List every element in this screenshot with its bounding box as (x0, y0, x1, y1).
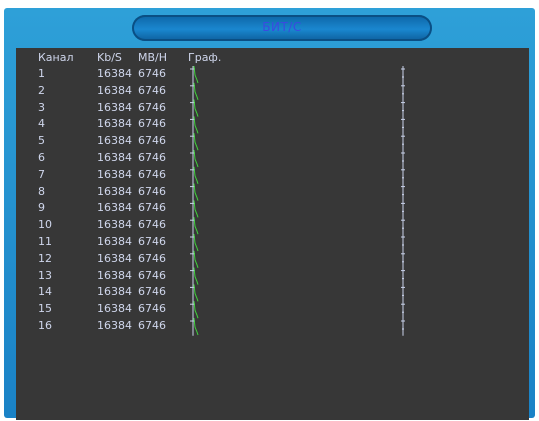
cell-channel: 16 (38, 319, 52, 332)
cell-kbs: 16384 (97, 201, 132, 215)
bitrate-screen: БИТ/С Канал Kb/S MB/H Граф. 1 16384 6746 2 1… (0, 0, 539, 421)
cell-kbs: 16384 (97, 134, 132, 148)
cell-channel: 4 (38, 117, 45, 131)
cell-mbh: 6746 (138, 100, 166, 114)
channel-bitrate-trace (193, 301, 199, 319)
cell-mbh: 6746 (138, 83, 166, 97)
cell-mbh: 6746 (138, 218, 166, 232)
channel-bitrate-trace (193, 65, 199, 84)
channel-bitrate-trace (193, 317, 199, 336)
window-title: БИТ/С (262, 20, 302, 34)
cell-mbh: 6746 (138, 134, 166, 148)
cell-mbh: 6746 (138, 319, 166, 332)
cell-kbs: 16384 (97, 268, 132, 282)
header-mbh: MB/H (138, 51, 168, 64)
cell-mbh: 6746 (138, 268, 166, 282)
title-bar: БИТ/С (132, 15, 432, 41)
header-graph: Граф. (188, 51, 222, 64)
cell-channel: 1 (38, 67, 45, 80)
cell-mbh: 6746 (138, 67, 166, 80)
cell-channel: 8 (38, 184, 45, 198)
cell-mbh: 6746 (138, 235, 166, 248)
cell-kbs: 16384 (97, 83, 132, 97)
cell-channel: 7 (38, 167, 45, 181)
channel-bitrate-trace (193, 166, 199, 184)
cell-channel: 11 (38, 235, 52, 248)
channel-bitrate-trace (193, 82, 199, 100)
cell-kbs: 16384 (97, 100, 132, 114)
header-channel: Канал (38, 51, 74, 64)
cell-channel: 12 (38, 251, 52, 265)
cell-channel: 13 (38, 268, 52, 282)
cell-channel: 6 (38, 151, 45, 164)
channel-bitrate-trace (193, 284, 199, 302)
cell-mbh: 6746 (138, 251, 166, 265)
channel-bitrate-trace (193, 133, 199, 151)
cell-channel: 10 (38, 218, 52, 232)
cell-channel: 15 (38, 302, 52, 316)
cell-kbs: 16384 (97, 167, 132, 181)
cell-kbs: 16384 (97, 235, 132, 248)
channel-bitrate-trace (193, 149, 199, 168)
cell-mbh: 6746 (138, 117, 166, 131)
channel-bitrate-trace (193, 183, 199, 201)
bitrate-table-panel: Канал Kb/S MB/H Граф. 1 16384 6746 2 16384 67… (16, 48, 529, 420)
cell-mbh: 6746 (138, 151, 166, 164)
cell-kbs: 16384 (97, 285, 132, 299)
cell-kbs: 16384 (97, 302, 132, 316)
bitrate-window: БИТ/С Канал Kb/S MB/H Граф. 1 16384 6746 2 1… (4, 8, 535, 420)
cell-kbs: 16384 (97, 151, 132, 164)
channel-bitrate-trace (193, 99, 199, 117)
cell-kbs: 16384 (97, 184, 132, 198)
header-kbs: Kb/S (97, 51, 122, 64)
channel-bitrate-trace (193, 233, 199, 252)
cell-kbs: 16384 (97, 67, 132, 80)
channel-bitrate-trace (193, 200, 199, 218)
channel-bitrate-trace (193, 267, 199, 285)
cell-mbh: 6746 (138, 201, 166, 215)
cell-channel: 14 (38, 285, 52, 299)
cell-mbh: 6746 (138, 167, 166, 181)
cell-kbs: 16384 (97, 218, 132, 232)
cell-kbs: 16384 (97, 319, 132, 332)
channel-bitrate-trace (193, 250, 199, 268)
channel-bitrate-trace (193, 217, 199, 235)
cell-channel: 2 (38, 83, 45, 97)
cell-kbs: 16384 (97, 117, 132, 131)
bitrate-graph (190, 65, 405, 336)
cell-mbh: 6746 (138, 184, 166, 198)
cell-kbs: 16384 (97, 251, 132, 265)
channel-bitrate-trace (193, 116, 199, 134)
cell-mbh: 6746 (138, 285, 166, 299)
cell-channel: 3 (38, 100, 45, 114)
cell-channel: 9 (38, 201, 45, 215)
cell-channel: 5 (38, 134, 45, 148)
cell-mbh: 6746 (138, 302, 166, 316)
